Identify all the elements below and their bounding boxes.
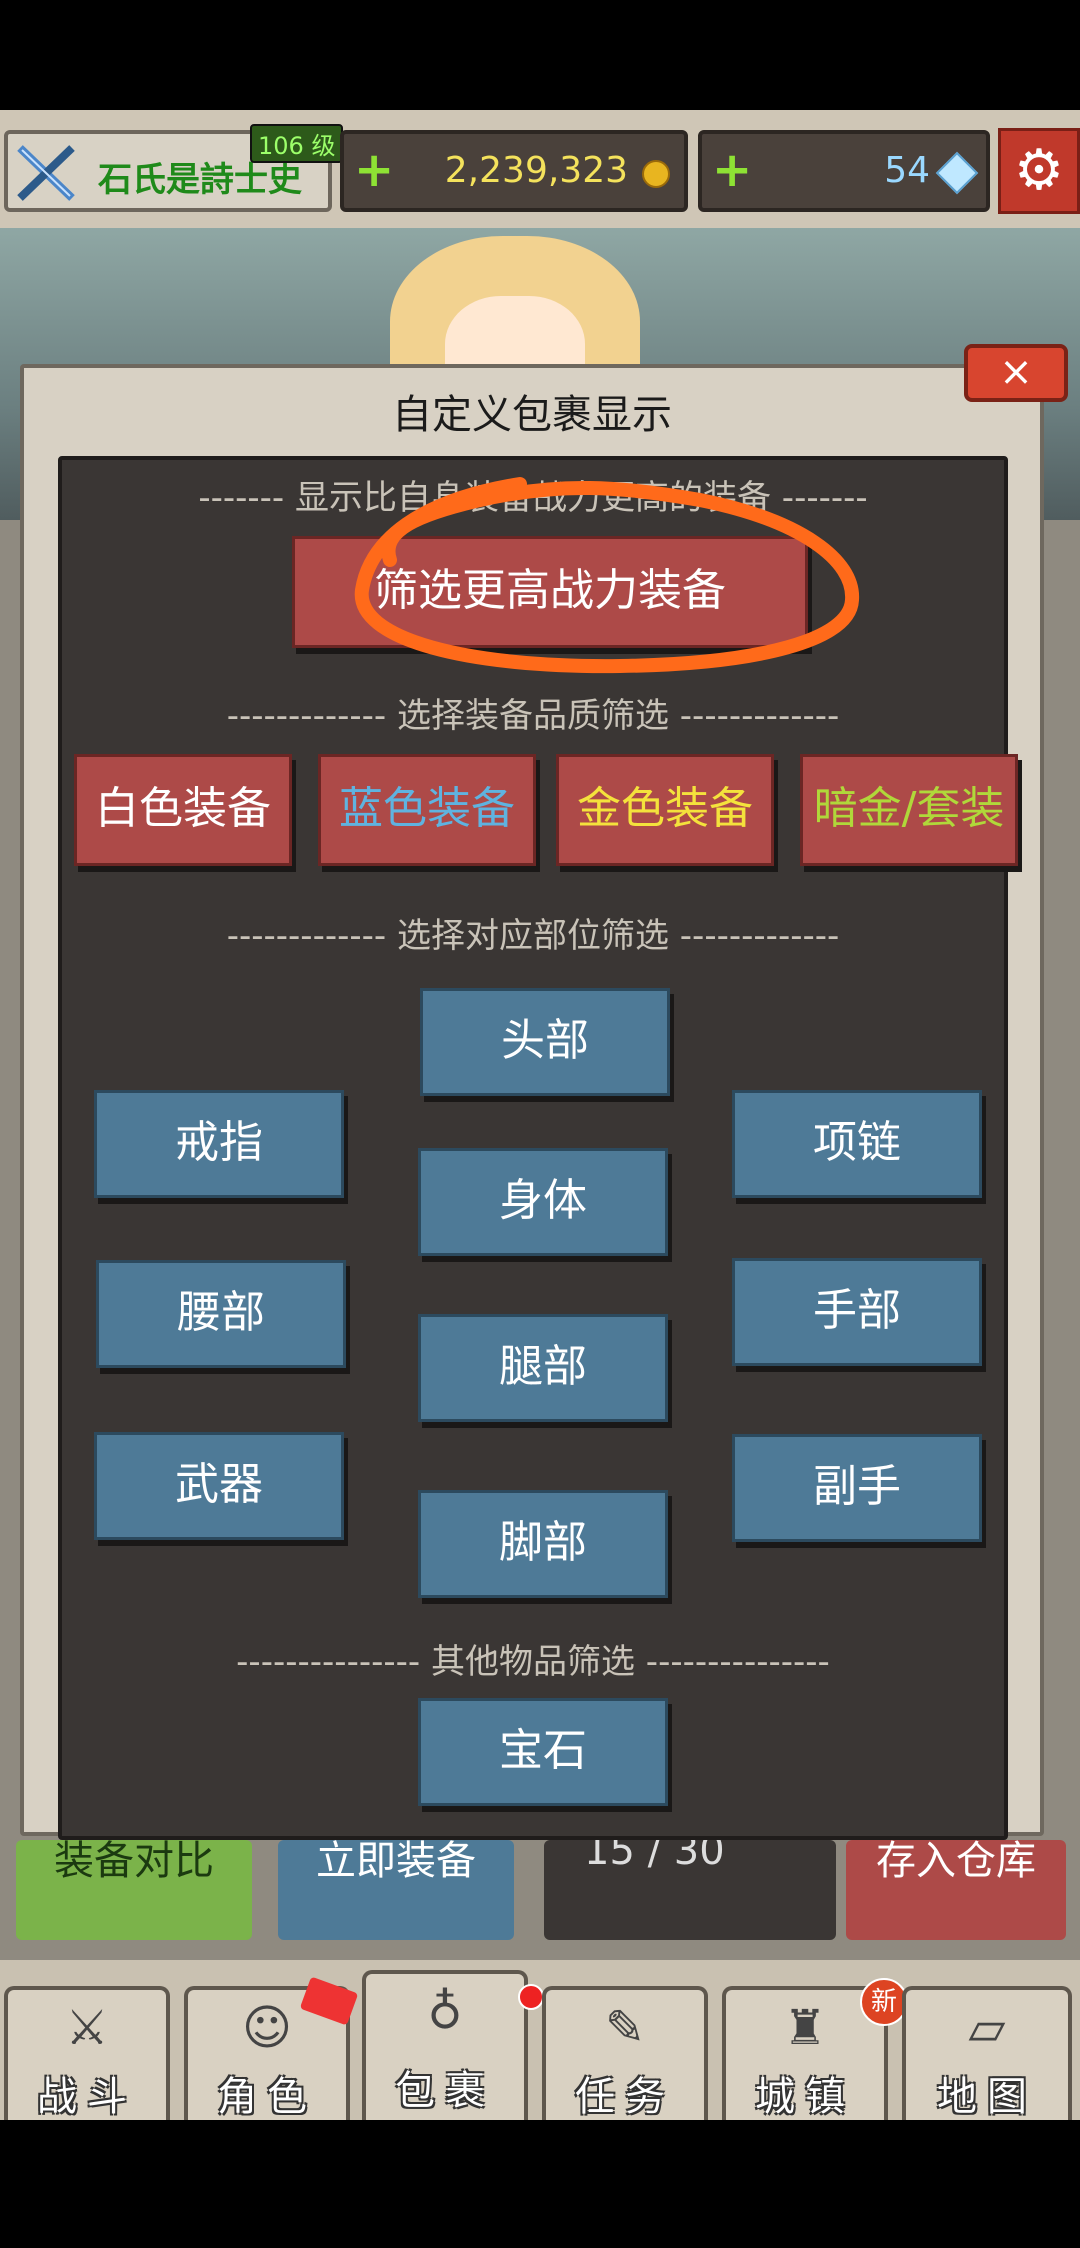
bag-capacity: 15 / 30 <box>544 1828 836 1940</box>
tab-map[interactable]: ▱ 地图 <box>902 1986 1072 2120</box>
other-gem-button[interactable]: 宝石 <box>418 1698 668 1806</box>
quality-white-button[interactable]: 白色装备 <box>74 754 292 866</box>
new-badge: 新 <box>860 1978 908 2026</box>
tab-town[interactable]: ♜ 城镇 新 <box>722 1978 908 2120</box>
tab-character[interactable]: ☺ 角色 <box>184 1976 359 2120</box>
tab-battle[interactable]: ⚔ 战斗 <box>4 1986 170 2120</box>
gold-amount: 2,239,323 <box>444 150 628 191</box>
filter-panel: ------- 显示比自身装备战力更高的装备 ------- 筛选更高战力装备 … <box>58 456 1018 1840</box>
slot-head-button[interactable]: 头部 <box>420 988 670 1096</box>
gold-display: + 2,239,323 <box>340 130 688 212</box>
close-button[interactable]: × <box>964 344 1068 402</box>
notification-dot <box>518 1984 544 2010</box>
tab-bag-label: 包裹 <box>395 2068 495 2114</box>
tab-town-label: 城镇 <box>755 2074 855 2120</box>
dialog-title: 自定义包裹显示 <box>392 392 672 438</box>
filter-higher-power-button[interactable]: 筛选更高战力装备 <box>292 536 808 648</box>
slot-weapon-button[interactable]: 武器 <box>94 1432 344 1540</box>
diamond-icon <box>935 151 979 195</box>
tab-quest-label: 任务 <box>575 2074 675 2120</box>
player-info[interactable]: 石氏是詩士史 106 级 <box>4 124 344 212</box>
tab-character-label: 角色 <box>217 2074 317 2120</box>
compare-button[interactable]: 装备对比 <box>16 1838 252 1940</box>
section-slot-label: ------------- 选择对应部位筛选 ------------- <box>226 916 840 956</box>
crossed-swords-icon: ⚔ <box>65 2000 109 2056</box>
section-other-label: --------------- 其他物品筛选 --------------- <box>236 1642 830 1682</box>
quest-icon: ✎ <box>604 2000 646 2056</box>
add-gold-plus-icon[interactable]: + <box>354 146 394 194</box>
gem-amount: 54 <box>884 150 930 191</box>
slot-hands-button[interactable]: 手部 <box>732 1258 982 1366</box>
crossed-swords-icon <box>17 145 75 201</box>
gold-coin-icon <box>642 160 670 188</box>
slot-offhand-button[interactable]: 副手 <box>732 1434 982 1542</box>
quality-blue-button[interactable]: 蓝色装备 <box>318 754 536 866</box>
settings-button[interactable]: ⚙ <box>998 128 1080 214</box>
section-quality-label: ------------- 选择装备品质筛选 ------------- <box>226 696 840 736</box>
slot-necklace-button[interactable]: 项链 <box>732 1090 982 1198</box>
slot-legs-button[interactable]: 腿部 <box>418 1314 668 1422</box>
gear-icon: ⚙ <box>1013 138 1065 203</box>
map-icon: ▱ <box>968 2000 1006 2056</box>
level-badge: 106 级 <box>250 124 344 163</box>
store-button[interactable]: 存入仓库 <box>846 1838 1066 1940</box>
close-icon: × <box>999 349 1033 395</box>
top-resource-bar: 石氏是詩士史 106 级 + 2,239,323 + 54 ⚙ <box>0 110 1080 228</box>
slot-waist-button[interactable]: 腰部 <box>96 1260 346 1368</box>
tab-map-label: 地图 <box>937 2074 1037 2120</box>
slot-feet-button[interactable]: 脚部 <box>418 1490 668 1598</box>
slot-body-button[interactable]: 身体 <box>418 1148 668 1256</box>
section-power-label: ------- 显示比自身装备战力更高的装备 ------- <box>198 478 868 518</box>
quality-darkgold-set-button[interactable]: 暗金/套装 <box>800 754 1018 866</box>
bottom-tab-bar: ⚔ 战斗 ☺ 角色 ♁ 包裹 ✎ 任务 ♜ 城镇 新 ▱ 地图 <box>0 1960 1080 2120</box>
bag-icon: ♁ <box>427 1984 463 2040</box>
tab-quest[interactable]: ✎ 任务 <box>542 1986 708 2120</box>
slot-ring-button[interactable]: 戒指 <box>94 1090 344 1198</box>
tab-battle-label: 战斗 <box>37 2074 137 2120</box>
equip-now-button[interactable]: 立即装备 <box>278 1838 514 1940</box>
quality-gold-button[interactable]: 金色装备 <box>556 754 774 866</box>
tab-bag[interactable]: ♁ 包裹 <box>362 1970 544 2120</box>
custom-bag-display-dialog: 自定义包裹显示 ------- 显示比自身装备战力更高的装备 ------- 筛… <box>20 364 1044 1840</box>
add-gem-plus-icon[interactable]: + <box>712 146 752 194</box>
inventory-action-bar: 装备对比 立即装备 15 / 30 存入仓库 <box>0 1828 1080 1960</box>
gem-display: + 54 <box>698 130 990 212</box>
